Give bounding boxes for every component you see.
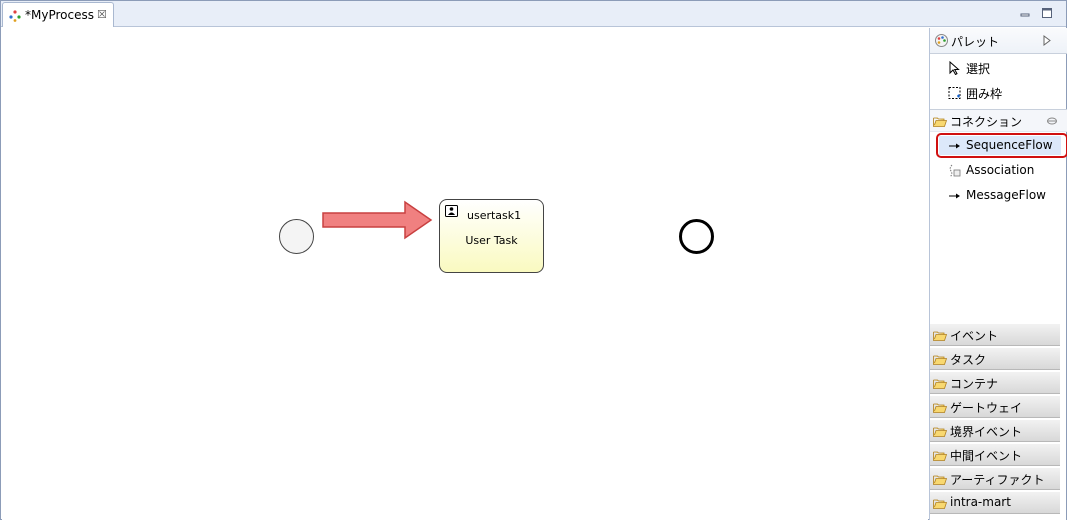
drawer-events[interactable]: イベント xyxy=(930,323,1060,346)
drawer-tasks[interactable]: タスク xyxy=(930,347,1060,370)
diagram-canvas[interactable] xyxy=(2,28,928,520)
drawer-label: タスク xyxy=(950,353,987,367)
start-event[interactable] xyxy=(279,219,314,254)
tool-marquee-label: 囲み枠 xyxy=(966,87,1003,101)
drawer-artifacts[interactable]: アーティファクト xyxy=(930,467,1060,490)
folder-icon xyxy=(933,331,947,341)
folder-open-icon xyxy=(933,117,947,127)
close-icon[interactable]: ☒ xyxy=(97,8,107,21)
tool-select[interactable]: 選択 xyxy=(930,56,1067,80)
expand-right-icon[interactable] xyxy=(1043,35,1051,46)
drawer-connections-label: コネクション xyxy=(950,115,1023,129)
drawer-label: ゲートウェイ xyxy=(950,401,1023,415)
tool-select-label: 選択 xyxy=(966,62,991,76)
palette-panel: パレット 選択 囲み枠 コネクション SequenceFlow Associat… xyxy=(929,28,1067,520)
pin-icon[interactable] xyxy=(1046,116,1058,126)
folder-icon xyxy=(933,403,947,413)
tab-title: *MyProcess xyxy=(25,8,94,22)
drawer-containers[interactable]: コンテナ xyxy=(930,371,1060,394)
drawer-intermediate-events[interactable]: 中間イベント xyxy=(930,443,1060,466)
tab-myprocess[interactable]: *MyProcess ☒ xyxy=(2,2,114,27)
tool-association[interactable]: Association xyxy=(930,159,1067,183)
task-type-label: User Task xyxy=(465,234,518,247)
folder-icon xyxy=(933,451,947,461)
process-icon xyxy=(9,10,21,22)
tool-messageflow-label: MessageFlow xyxy=(966,188,1046,202)
drawer-intra-mart[interactable]: intra-mart xyxy=(930,491,1060,514)
drawer-label: intra-mart xyxy=(950,495,1011,509)
annotation-arrow-icon xyxy=(322,200,433,240)
drawer-label: 境界イベント xyxy=(950,425,1023,439)
folder-icon xyxy=(933,475,947,485)
user-task-node[interactable]: usertask1 User Task xyxy=(439,199,544,273)
highlight-box xyxy=(936,133,1067,158)
minimize-icon[interactable] xyxy=(1019,7,1031,19)
drawer-label: 中間イベント xyxy=(950,449,1023,463)
pointer-icon xyxy=(949,61,960,75)
drawer-label: イベント xyxy=(950,329,999,343)
task-name: usertask1 xyxy=(467,209,522,222)
palette-header[interactable]: パレット xyxy=(930,28,1067,54)
folder-icon xyxy=(933,355,947,365)
tool-association-label: Association xyxy=(966,163,1035,177)
user-icon xyxy=(445,205,458,217)
folder-icon xyxy=(933,427,947,437)
drawer-label: アーティファクト xyxy=(950,473,1045,487)
drawer-gateways[interactable]: ゲートウェイ xyxy=(930,395,1060,418)
editor-tab-bar: *MyProcess ☒ xyxy=(1,1,1066,27)
end-event[interactable] xyxy=(679,219,714,254)
tool-messageflow[interactable]: MessageFlow xyxy=(930,184,1067,208)
association-icon xyxy=(949,164,961,178)
drawer-connections[interactable]: コネクション xyxy=(930,109,1067,132)
folder-icon xyxy=(933,379,947,389)
arrow-right-icon xyxy=(949,193,960,199)
drawer-boundary-events[interactable]: 境界イベント xyxy=(930,419,1060,442)
editor-window: *MyProcess ☒ usertask1 User Task パレット 選択… xyxy=(0,0,1067,520)
marquee-icon xyxy=(948,87,961,99)
folder-icon xyxy=(933,499,947,509)
drawer-label: コンテナ xyxy=(950,377,999,391)
tool-marquee[interactable]: 囲み枠 xyxy=(930,81,1067,105)
maximize-icon[interactable] xyxy=(1041,7,1053,19)
palette-icon xyxy=(935,34,948,47)
palette-title: パレット xyxy=(951,35,1000,49)
